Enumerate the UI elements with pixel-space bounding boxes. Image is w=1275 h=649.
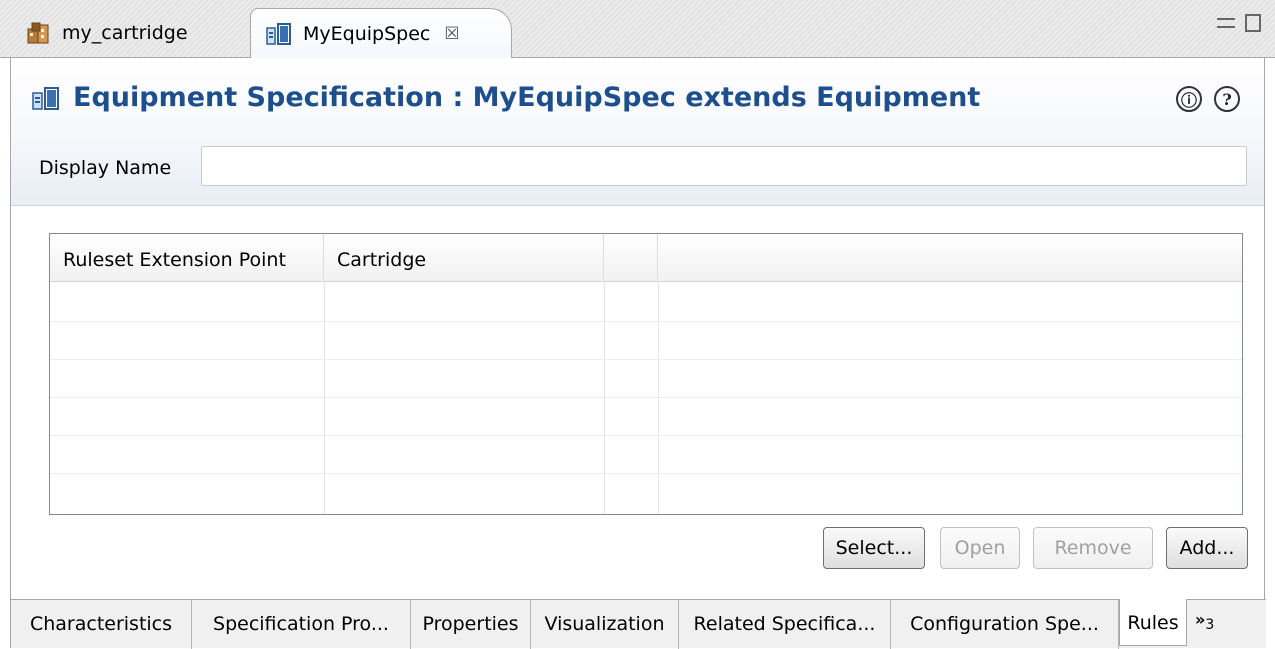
editor-tab-my-cartridge[interactable]: my_cartridge xyxy=(12,8,248,58)
display-name-input[interactable] xyxy=(201,146,1247,186)
open-button[interactable]: Open xyxy=(940,527,1020,569)
column-divider xyxy=(324,282,325,514)
select-button[interactable]: Select... xyxy=(823,527,925,569)
ruleset-table[interactable]: Ruleset Extension Point Cartridge xyxy=(49,233,1243,515)
page-tab-bar: Characteristics Specification Pro... Pro… xyxy=(11,599,1266,649)
column-divider xyxy=(658,282,659,514)
editor-tab-label: MyEquipSpec xyxy=(303,23,431,45)
info-icon[interactable]: ⓘ xyxy=(1176,86,1202,112)
column-header-ruleset-extension-point[interactable]: Ruleset Extension Point xyxy=(50,234,324,282)
equipment-icon xyxy=(32,86,59,110)
display-name-label: Display Name xyxy=(39,157,172,179)
column-header-cartridge[interactable]: Cartridge xyxy=(324,234,604,282)
table-header: Ruleset Extension Point Cartridge xyxy=(50,234,1242,282)
tab-properties[interactable]: Properties xyxy=(411,600,531,649)
page-title-text: Equipment Specification : MyEquipSpec ex… xyxy=(73,82,981,113)
cartridge-icon xyxy=(27,22,49,44)
tab-specification-properties[interactable]: Specification Pro... xyxy=(192,600,411,649)
editor-tab-myequipspec[interactable]: MyEquipSpec ☒ xyxy=(250,8,512,59)
row-divider xyxy=(50,397,1242,398)
editor-tab-label: my_cartridge xyxy=(62,22,188,44)
window-controls xyxy=(1217,14,1261,32)
header-actions: ⓘ ? xyxy=(1176,86,1240,112)
minimize-icon[interactable] xyxy=(1217,18,1235,28)
row-divider xyxy=(50,435,1242,436)
row-divider xyxy=(50,321,1242,322)
add-button[interactable]: Add... xyxy=(1166,527,1248,569)
column-header-filler xyxy=(658,234,1242,282)
row-divider xyxy=(50,359,1242,360)
page-title: Equipment Specification : MyEquipSpec ex… xyxy=(31,82,980,113)
remove-button[interactable]: Remove xyxy=(1033,527,1153,569)
tab-visualization[interactable]: Visualization xyxy=(531,600,679,649)
editor-tab-strip: my_cartridge MyEquipSpec ☒ xyxy=(0,0,1275,59)
chevron-icon: » xyxy=(1195,610,1206,629)
tab-characteristics[interactable]: Characteristics xyxy=(11,600,192,649)
overflow-count: 3 xyxy=(1205,617,1215,634)
help-icon[interactable]: ? xyxy=(1214,86,1240,112)
equipment-icon xyxy=(266,23,291,45)
form-header: Equipment Specification : MyEquipSpec ex… xyxy=(11,58,1264,206)
tab-related-specifications[interactable]: Related Specifica... xyxy=(679,600,891,649)
column-header-blank[interactable] xyxy=(604,234,658,282)
tab-rules[interactable]: Rules xyxy=(1119,599,1187,646)
tab-configuration-specifications[interactable]: Configuration Spe... xyxy=(891,600,1119,649)
column-divider xyxy=(604,282,605,514)
row-divider xyxy=(50,473,1242,474)
close-icon[interactable]: ☒ xyxy=(444,24,459,44)
tab-overflow-chevron[interactable]: »3 xyxy=(1187,600,1214,649)
editor-panel: Equipment Specification : MyEquipSpec ex… xyxy=(10,58,1266,649)
maximize-icon[interactable] xyxy=(1245,14,1261,32)
